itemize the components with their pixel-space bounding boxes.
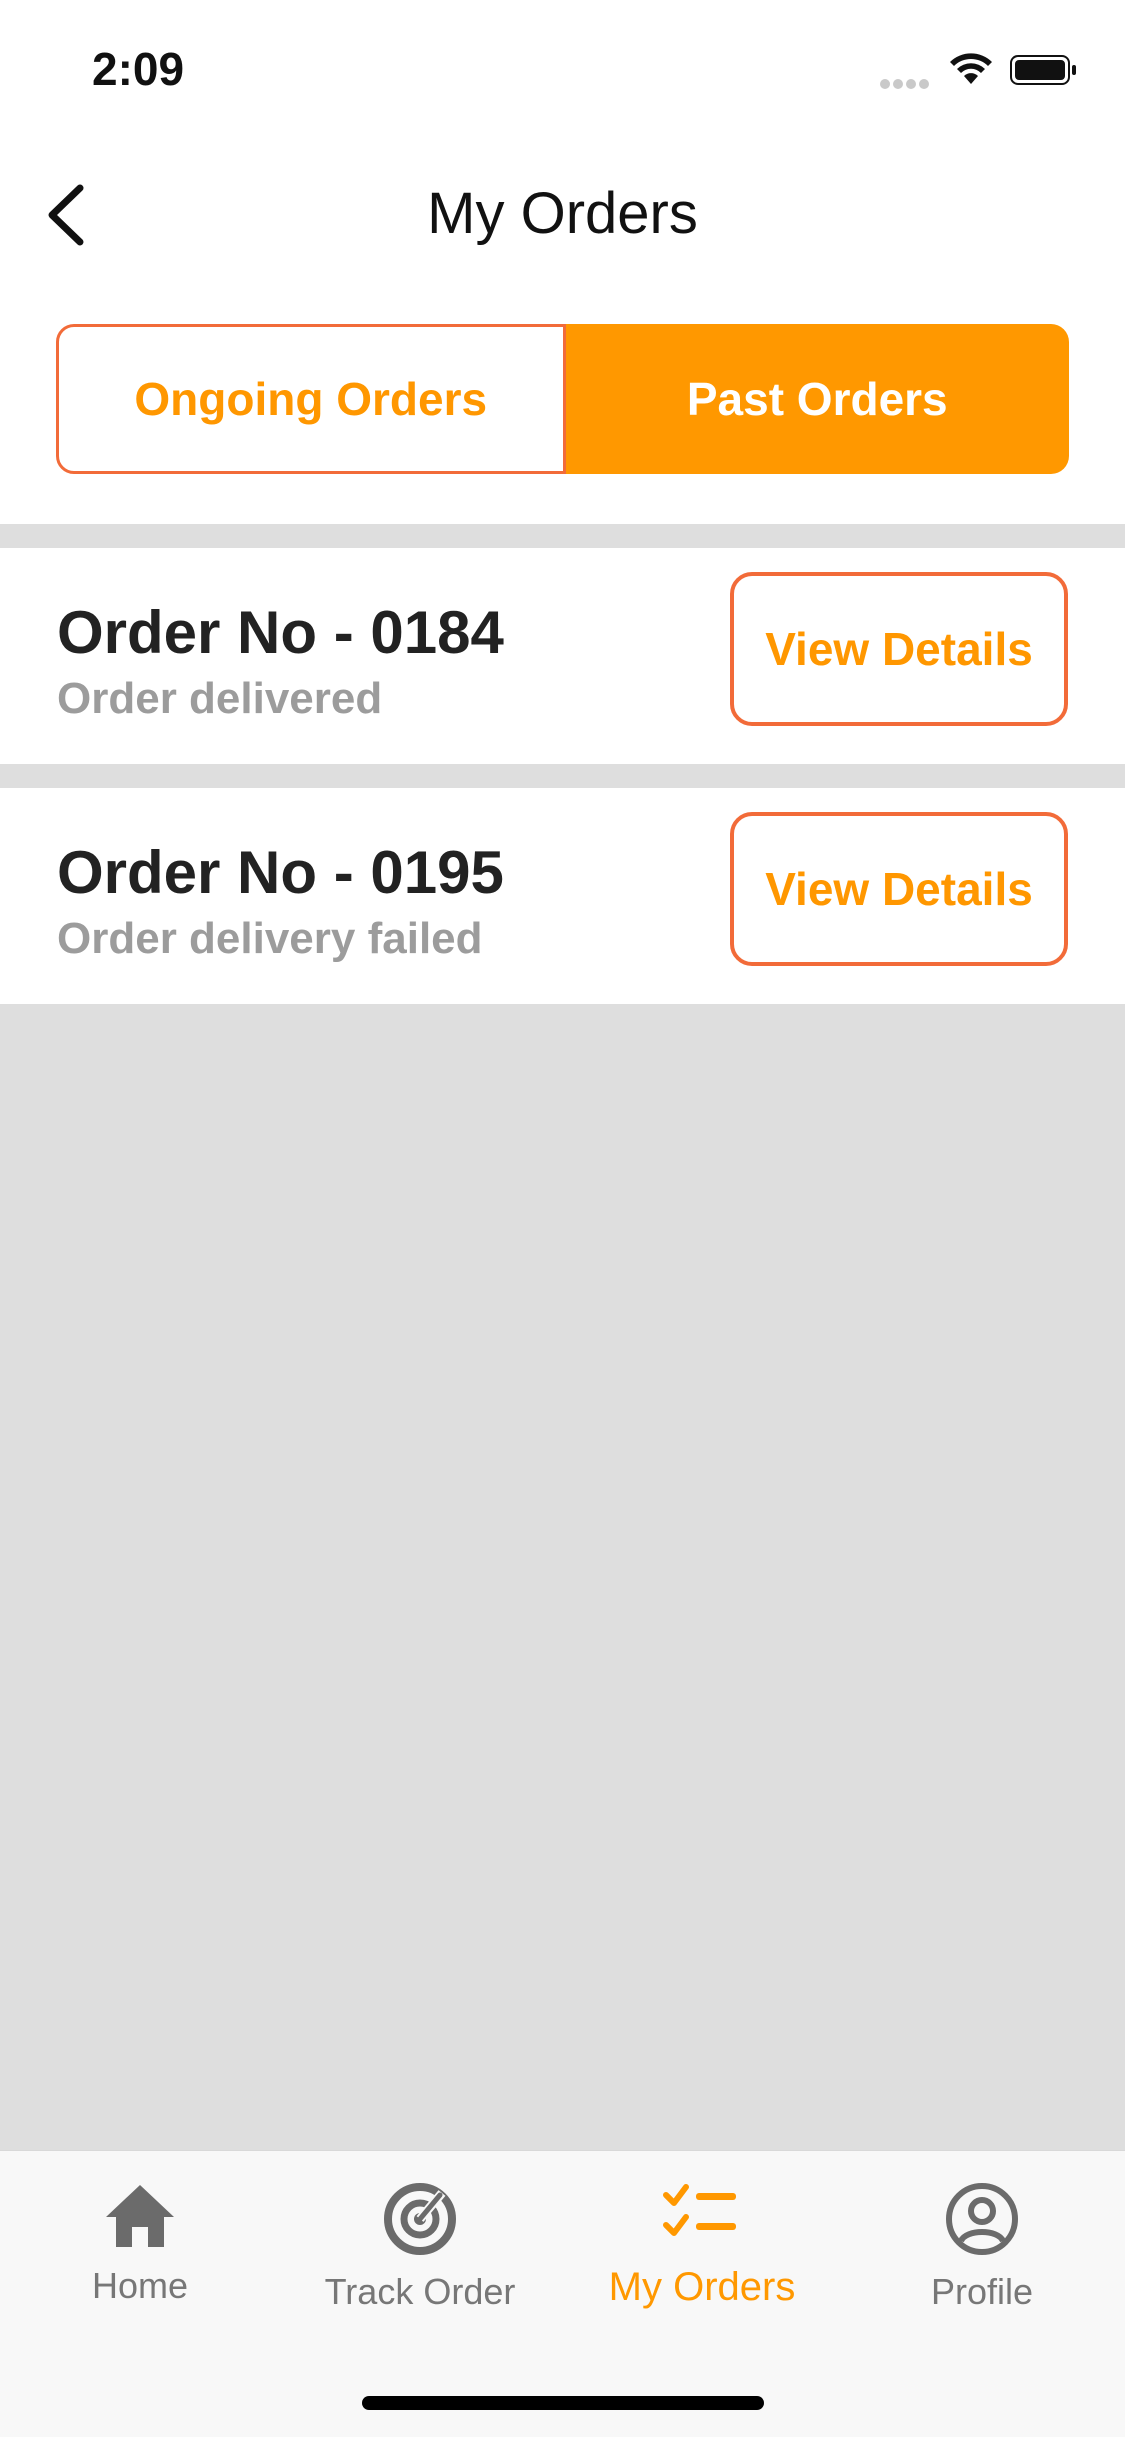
order-number: Order No - 0195 [57, 839, 504, 906]
checklist-icon [663, 2184, 736, 2236]
order-status: Order delivery failed [57, 914, 483, 963]
tab-past-orders[interactable]: Past Orders [565, 324, 1069, 474]
header-area: 2:09 My Orders Ongoing Orders Past Order… [0, 0, 1125, 524]
order-tabs: Ongoing Orders Past Orders [56, 324, 1069, 474]
bottom-tab-bar: Home Track Order My Orders Profile [0, 2150, 1125, 2437]
page-title: My Orders [427, 181, 698, 246]
radar-icon [384, 2183, 456, 2255]
status-time: 2:09 [92, 43, 185, 95]
signal-icon [880, 76, 932, 94]
tabbar-label: Home [91, 2265, 189, 2306]
view-details-button[interactable]: View Details [730, 812, 1068, 966]
tab-ongoing-orders[interactable]: Ongoing Orders [56, 324, 566, 474]
profile-icon [946, 2183, 1018, 2255]
order-status: Order delivered [57, 674, 383, 723]
tabbar-item-track-order[interactable]: Track Order [280, 2181, 560, 2313]
list-item: Order No - 0195 Order delivery failed Vi… [0, 788, 1125, 1004]
home-indicator[interactable] [362, 2396, 764, 2410]
wifi-icon [950, 53, 992, 84]
tabbar-item-profile[interactable]: Profile [842, 2181, 1122, 2313]
battery-icon [1010, 55, 1076, 85]
view-details-button[interactable]: View Details [730, 572, 1068, 726]
home-icon [106, 2185, 174, 2247]
tabbar-label: Track Order [324, 2271, 516, 2312]
tabbar-label: My Orders [608, 2265, 796, 2309]
tabbar-item-home[interactable]: Home [0, 2181, 280, 2307]
tabbar-item-my-orders[interactable]: My Orders [562, 2181, 842, 2310]
order-number: Order No - 0184 [57, 599, 504, 666]
list-item: Order No - 0184 Order delivered View Det… [0, 548, 1125, 764]
tabbar-label: Profile [930, 2271, 1034, 2312]
